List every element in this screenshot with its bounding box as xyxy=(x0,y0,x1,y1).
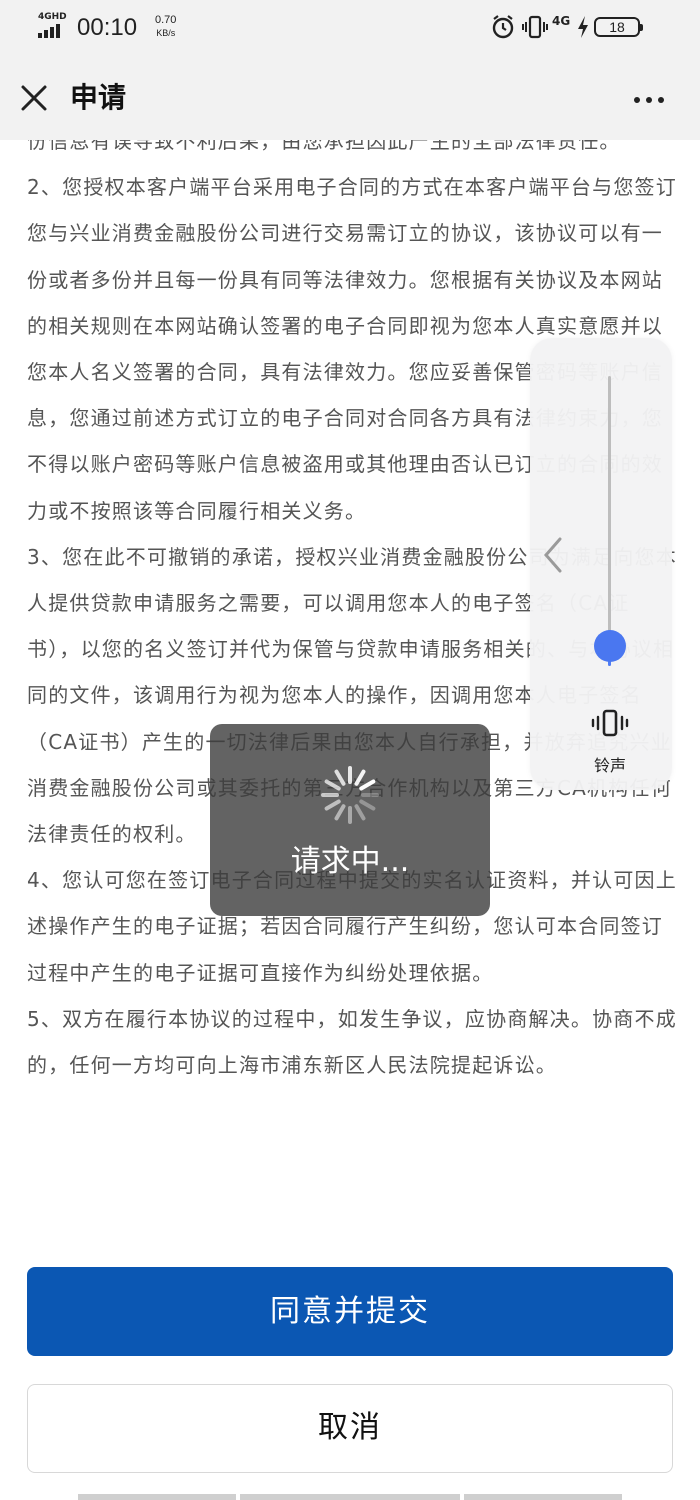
signal-4g-label: 4G xyxy=(552,14,571,28)
loading-text: 请求中... xyxy=(290,844,410,879)
network-speed: 0.70 KB/s xyxy=(155,14,176,40)
home-indicator xyxy=(78,1494,622,1500)
speed-unit: KB/s xyxy=(156,28,176,38)
vibrate-icon xyxy=(591,709,629,737)
ring-mode-button[interactable] xyxy=(590,708,630,738)
signal-icon xyxy=(38,24,68,38)
volume-slider-track[interactable] xyxy=(608,376,611,666)
volume-panel: 铃声 xyxy=(530,338,672,790)
page-title: 申请 xyxy=(70,81,127,114)
battery-indicator: 18 xyxy=(594,17,643,37)
vibrate-icon xyxy=(522,14,548,44)
status-icons: 4G 18 xyxy=(490,14,660,42)
clock: 00:10 xyxy=(77,14,138,41)
spinner-icon xyxy=(321,766,379,824)
agree-submit-button[interactable]: 同意并提交 xyxy=(27,1267,673,1356)
cancel-button[interactable]: 取消 xyxy=(27,1384,673,1473)
status-bar: 4GHD 00:10 0.70 KB/s 4G 18 xyxy=(0,0,700,58)
network-type: 4GHD xyxy=(38,12,67,22)
close-icon xyxy=(21,85,47,111)
close-button[interactable] xyxy=(16,80,52,116)
app-header: 申请 xyxy=(0,58,700,140)
volume-expand-button[interactable] xyxy=(534,533,574,577)
speed-value: 0.70 xyxy=(155,14,177,26)
agreement-paragraph: 5、双方在履行本协议的过程中，如发生争议，应协商解决。协商不成的，任何一方均可向… xyxy=(27,1006,677,1078)
more-menu-button[interactable] xyxy=(634,88,674,108)
loading-toast: 请求中... xyxy=(210,724,490,916)
more-icon xyxy=(634,88,670,107)
charging-icon xyxy=(576,14,590,44)
volume-slider-knob[interactable] xyxy=(594,629,626,662)
alarm-icon xyxy=(490,14,516,44)
chevron-left-icon xyxy=(544,537,562,573)
ring-mode-label: 铃声 xyxy=(593,756,626,775)
